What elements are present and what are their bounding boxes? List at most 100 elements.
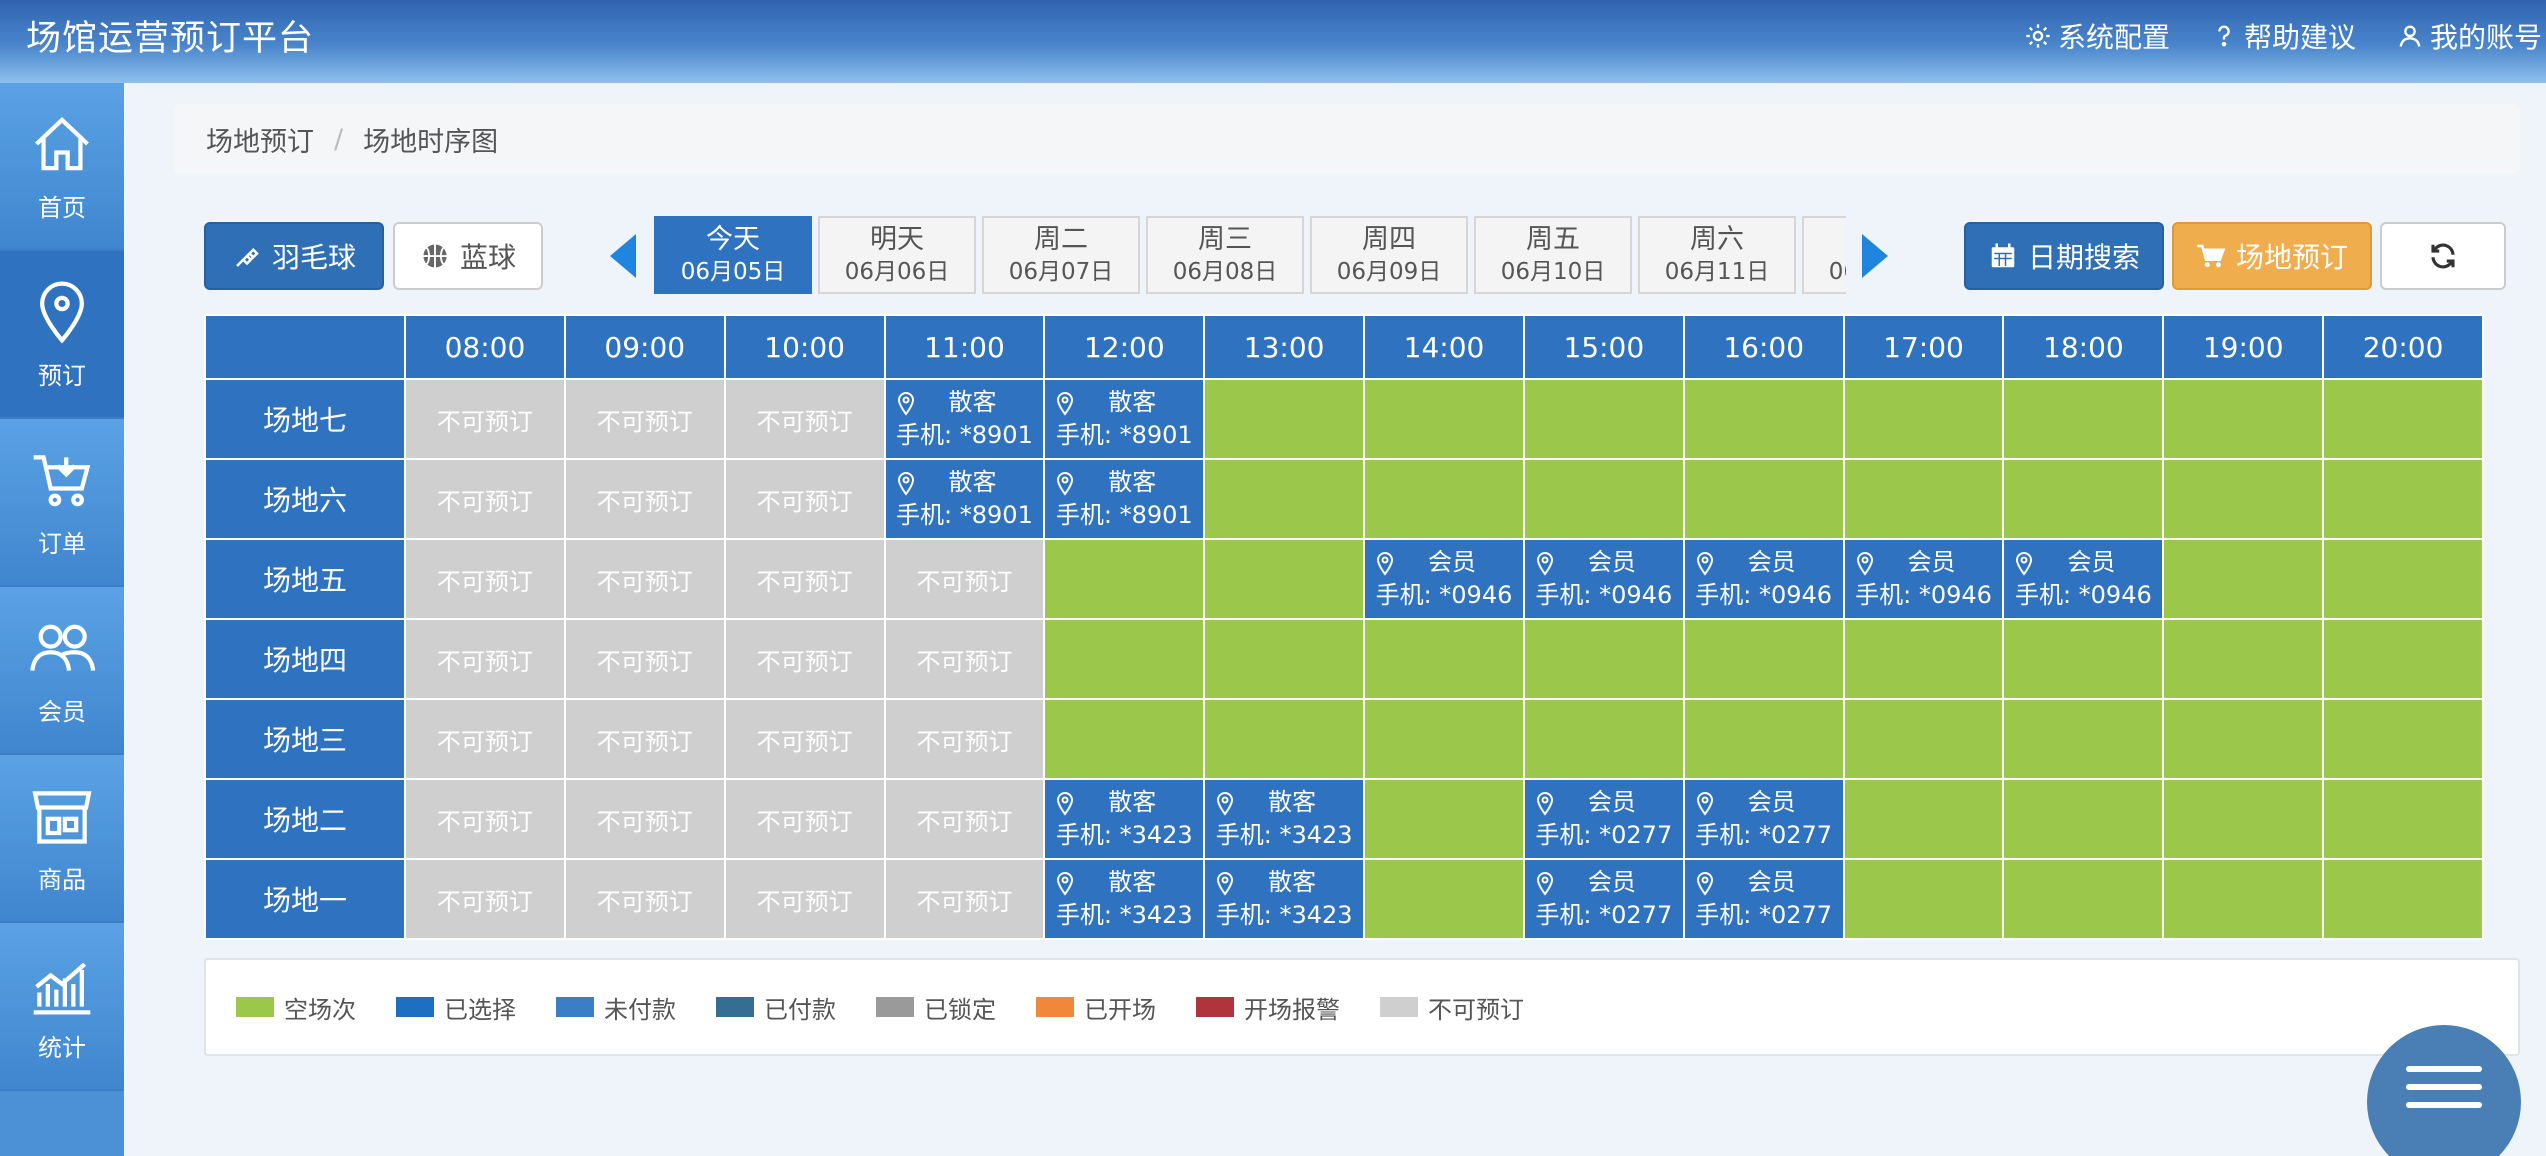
slot-available[interactable] xyxy=(1043,618,1206,700)
slot-available[interactable] xyxy=(2162,538,2325,620)
slot-available[interactable] xyxy=(1363,858,1525,940)
next-dates-arrow[interactable] xyxy=(1862,234,1888,278)
breadcrumb-root[interactable]: 场地预订 xyxy=(206,120,314,159)
date-tab[interactable]: 周二 06月07日 xyxy=(982,216,1140,294)
slot-available[interactable] xyxy=(2002,618,2165,700)
date-tab[interactable]: 周日06月12日 xyxy=(1802,216,1846,294)
slot-available[interactable] xyxy=(2002,778,2165,860)
slot-available[interactable] xyxy=(1682,618,1845,700)
sport-badminton-button[interactable]: 羽毛球 xyxy=(204,222,384,290)
slot-available[interactable] xyxy=(2002,378,2165,460)
booking-customer-type: 散客 xyxy=(1108,468,1157,496)
date-tab[interactable]: 周五 06月10日 xyxy=(1474,216,1632,294)
slot-available[interactable] xyxy=(2162,618,2325,700)
legend-swatch xyxy=(1196,997,1234,1017)
slot-available[interactable] xyxy=(1203,378,1366,460)
slot-available[interactable] xyxy=(2322,618,2484,700)
slot-available[interactable] xyxy=(1522,458,1685,540)
slot-booked[interactable]: 会员 手机: *0946 xyxy=(1363,538,1525,620)
sidebar-item-stats[interactable]: 统计 xyxy=(0,923,124,1091)
slot-available[interactable] xyxy=(1682,378,1845,460)
sidebar-item-booking[interactable]: 预订 xyxy=(0,251,124,419)
slot-booked[interactable]: 散客 手机: *8901 xyxy=(1043,378,1206,460)
slot-available[interactable] xyxy=(2162,378,2325,460)
slot-available[interactable] xyxy=(1842,378,2005,460)
slot-available[interactable] xyxy=(2002,858,2165,940)
slot-available[interactable] xyxy=(2002,458,2165,540)
slot-available[interactable] xyxy=(1363,378,1525,460)
slot-booked[interactable]: 会员 手机: *0946 xyxy=(1682,538,1845,620)
slot-available[interactable] xyxy=(1522,698,1685,780)
slot-available[interactable] xyxy=(1842,698,2005,780)
slot-booked[interactable]: 散客 手机: *3423 xyxy=(1043,858,1206,940)
sidebar-item-orders[interactable]: 订单 xyxy=(0,419,124,587)
slot-available[interactable] xyxy=(1522,618,1685,700)
time-column-header: 09:00 xyxy=(563,314,726,380)
prev-dates-arrow[interactable] xyxy=(610,234,636,278)
slot-available[interactable] xyxy=(2322,778,2484,860)
slot-available[interactable] xyxy=(2162,778,2325,860)
slot-booked[interactable]: 散客 手机: *3423 xyxy=(1203,778,1366,860)
slot-available[interactable] xyxy=(2162,698,2325,780)
slot-available[interactable] xyxy=(1842,458,2005,540)
venue-booking-button[interactable]: 场地预订 xyxy=(2172,222,2372,290)
slot-booked[interactable]: 散客 手机: *3423 xyxy=(1043,778,1206,860)
slot-booked[interactable]: 散客 手机: *8901 xyxy=(1043,458,1206,540)
date-tab[interactable]: 周三 06月08日 xyxy=(1146,216,1304,294)
booking-type-line: 散客 xyxy=(886,466,1044,499)
slot-available[interactable] xyxy=(2002,698,2165,780)
sidebar-item-goods[interactable]: 商品 xyxy=(0,755,124,923)
slot-available[interactable] xyxy=(2162,858,2325,940)
slot-available[interactable] xyxy=(1682,698,1845,780)
slot-available[interactable] xyxy=(1682,458,1845,540)
date-tab[interactable]: 今天 06月05日 xyxy=(654,216,812,294)
refresh-button[interactable] xyxy=(2380,222,2506,290)
slot-available[interactable] xyxy=(1363,458,1525,540)
slot-available[interactable] xyxy=(2322,698,2484,780)
topnav-help[interactable]: 帮助建议 xyxy=(2210,16,2356,56)
booking-phone: 手机: *0946 xyxy=(1695,581,1833,609)
slot-available[interactable] xyxy=(1363,618,1525,700)
date-tab[interactable]: 周四 06月09日 xyxy=(1310,216,1468,294)
slot-available[interactable] xyxy=(2322,538,2484,620)
slot-booked[interactable]: 会员 手机: *0946 xyxy=(2002,538,2165,620)
date-tab[interactable]: 明天 06月06日 xyxy=(818,216,976,294)
slot-booked[interactable]: 散客 手机: *8901 xyxy=(883,378,1046,460)
slot-available[interactable] xyxy=(1043,698,1206,780)
slot-available[interactable] xyxy=(1842,618,2005,700)
slot-booked[interactable]: 会员 手机: *0946 xyxy=(1522,538,1685,620)
booking-type-line: 散客 xyxy=(1205,866,1363,899)
topnav-system-config[interactable]: 系统配置 xyxy=(2024,16,2170,56)
slot-booked[interactable]: 散客 手机: *8901 xyxy=(883,458,1046,540)
slot-available[interactable] xyxy=(1203,538,1366,620)
slot-available[interactable] xyxy=(2162,458,2325,540)
slot-booked[interactable]: 会员 手机: *0277 xyxy=(1522,778,1685,860)
location-pin-icon xyxy=(1217,792,1234,816)
slot-booked[interactable]: 会员 手机: *0946 xyxy=(1842,538,2005,620)
slot-booked[interactable]: 会员 手机: *0277 xyxy=(1682,778,1845,860)
slot-available[interactable] xyxy=(1842,858,2005,940)
slot-booked[interactable]: 会员 手机: *0277 xyxy=(1682,858,1845,940)
slot-available[interactable] xyxy=(1043,538,1206,620)
court-row: 场地二 不可预订 不可预订 不可预订 不可预订 散客 手机: *3423 散客 手机: *342… xyxy=(204,778,2484,860)
date-search-button[interactable]: 日期搜索 xyxy=(1964,222,2164,290)
sidebar-item-home[interactable]: 首页 xyxy=(0,83,124,251)
slot-available[interactable] xyxy=(2322,858,2484,940)
slot-available[interactable] xyxy=(1363,778,1525,860)
slot-booked[interactable]: 散客 手机: *3423 xyxy=(1203,858,1366,940)
slot-unavailable: 不可预订 xyxy=(723,618,886,700)
topnav-account[interactable]: 我的账号 xyxy=(2396,16,2542,56)
date-tab[interactable]: 周六 06月11日 xyxy=(1638,216,1796,294)
time-column-header: 12:00 xyxy=(1043,314,1206,380)
slot-available[interactable] xyxy=(1842,778,2005,860)
sidebar-item-members[interactable]: 会员 xyxy=(0,587,124,755)
slot-booked[interactable]: 会员 手机: *0277 xyxy=(1522,858,1685,940)
slot-available[interactable] xyxy=(1363,698,1525,780)
slot-available[interactable] xyxy=(1203,618,1366,700)
slot-available[interactable] xyxy=(1522,378,1685,460)
slot-available[interactable] xyxy=(2322,378,2484,460)
slot-available[interactable] xyxy=(2322,458,2484,540)
sport-basketball-button[interactable]: 蓝球 xyxy=(393,222,543,290)
slot-available[interactable] xyxy=(1203,698,1366,780)
slot-available[interactable] xyxy=(1203,458,1366,540)
